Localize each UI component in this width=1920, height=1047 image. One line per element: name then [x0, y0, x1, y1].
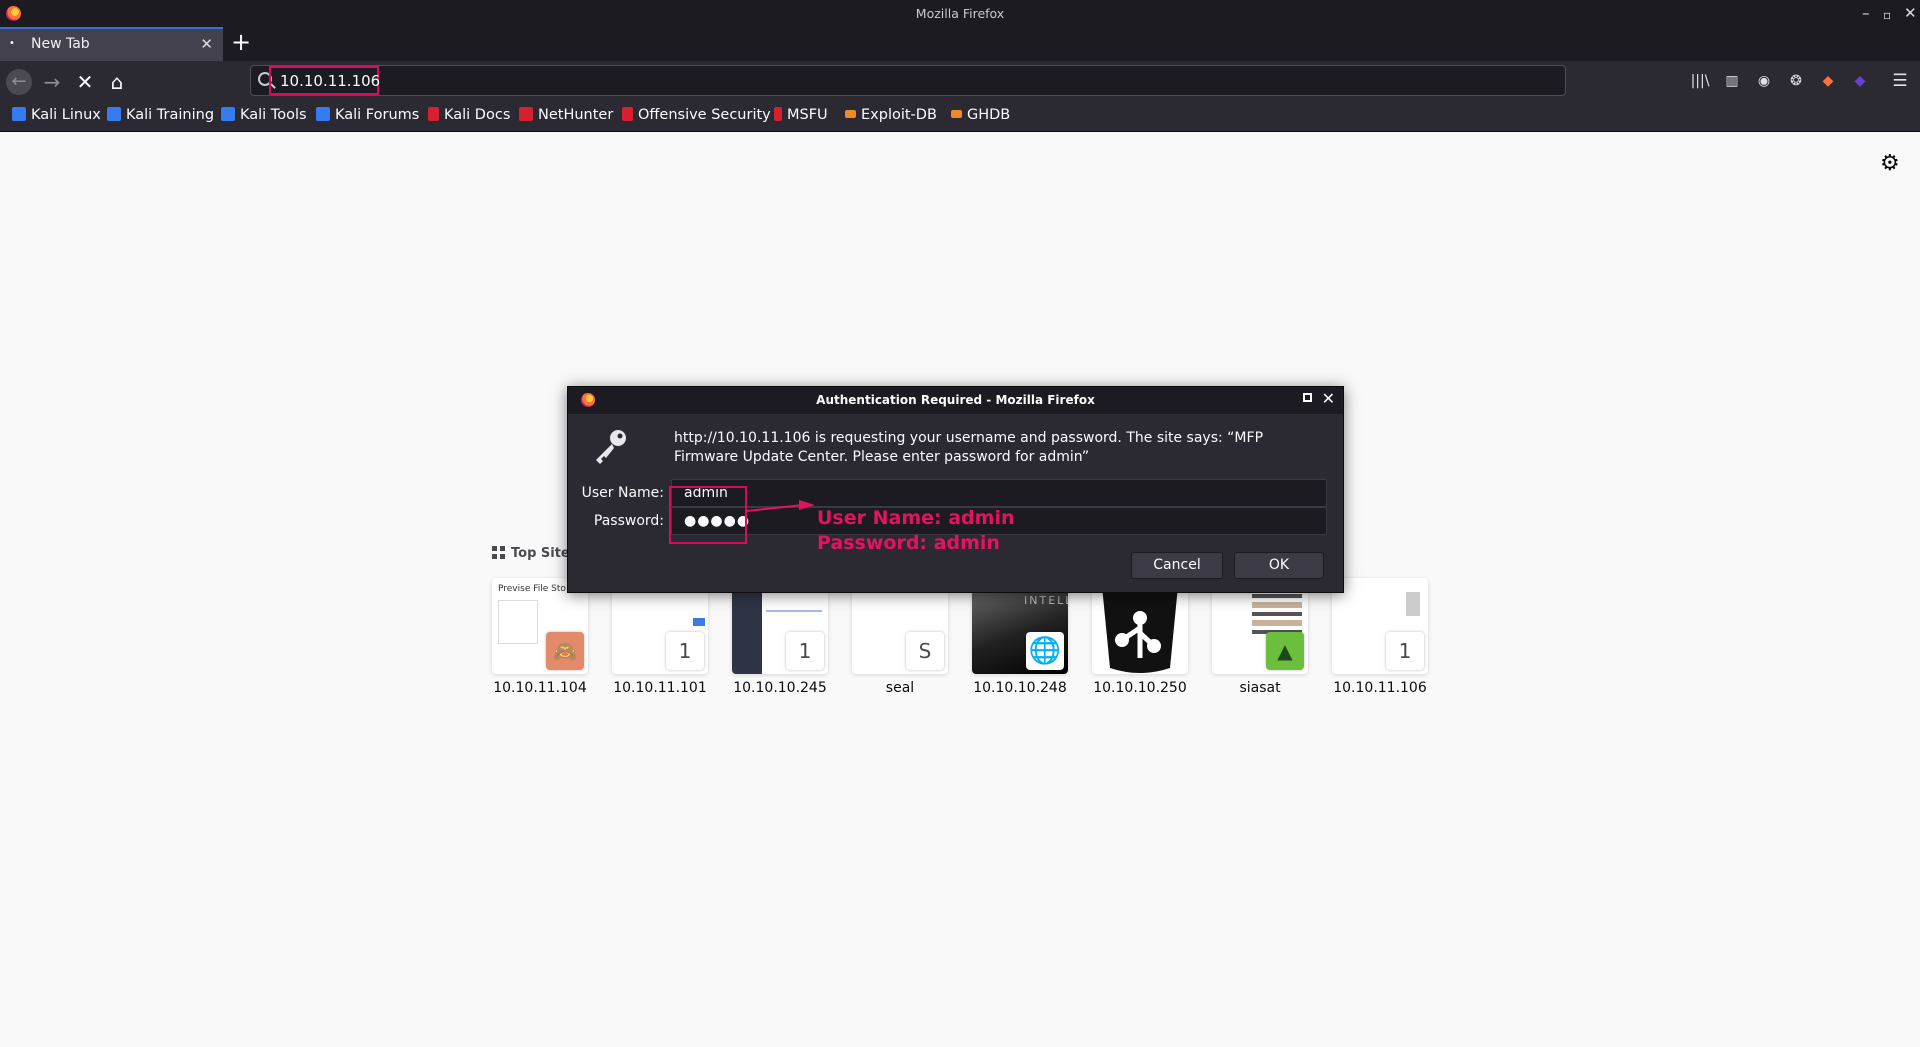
new-tab-plus-icon[interactable]: + [231, 29, 251, 55]
bookmark-kali-forums[interactable]: Kali Forums [316, 107, 419, 127]
bookmark-label: Kali Docs [444, 107, 511, 123]
gear-icon[interactable]: ⚙ [1880, 151, 1900, 176]
username-label: User Name: [581, 485, 664, 501]
offsec-icon [622, 107, 633, 121]
dialog-maximize-icon[interactable] [1303, 393, 1312, 402]
kali-dragon-icon [12, 107, 26, 121]
key-icon [596, 430, 626, 464]
window-titlebar: Mozilla Firefox – ▫ ✕ [0, 0, 1920, 27]
library-icon[interactable]: |||\ [1690, 72, 1710, 90]
letter-favicon: S [906, 632, 944, 670]
bookmark-msfu[interactable]: MSFU [774, 107, 828, 127]
bookmark-label: Kali Tools [240, 107, 307, 123]
bookmark-kali-tools[interactable]: Kali Tools [221, 107, 307, 127]
top-site-label: siasat [1239, 680, 1281, 696]
bookmark-kali-training[interactable]: Kali Training [107, 107, 214, 127]
top-site-label: 10.10.10.250 [1093, 680, 1187, 696]
top-site-label: 10.10.10.245 [733, 680, 827, 696]
kali-training-icon [107, 107, 121, 121]
auth-message: http://10.10.11.106 is requesting your u… [674, 430, 1264, 465]
tab-new-tab[interactable]: • New Tab ✕ [0, 27, 223, 61]
extension-icon[interactable]: ❂ [1786, 72, 1806, 90]
tab-strip: • New Tab ✕ + [0, 27, 1920, 61]
top-site-tile[interactable]: 1 [1332, 578, 1428, 674]
annotation-arrow-icon [747, 500, 815, 512]
nethunter-icon [519, 107, 533, 121]
top-site-label: 10.10.11.101 [613, 680, 707, 696]
minimize-icon[interactable]: – [1862, 4, 1870, 22]
exploit-db-icon [845, 110, 856, 118]
bookmark-kali-linux[interactable]: Kali Linux [12, 107, 101, 127]
globe-icon: 🌐 [1026, 632, 1064, 670]
url-text[interactable]: 10.10.11.106 [280, 72, 380, 90]
bookmark-kali-docs[interactable]: Kali Docs [428, 107, 510, 127]
tab-label: New Tab [31, 36, 90, 52]
cancel-button[interactable]: Cancel [1131, 552, 1223, 579]
monkey-favicon-icon: 🙈 [546, 632, 584, 670]
auth-dialog: Authentication Required - Mozilla Firefo… [567, 386, 1344, 593]
bookmark-label: Kali Linux [31, 107, 101, 123]
bookmark-label: Exploit-DB [861, 107, 937, 123]
account-icon[interactable]: ◉ [1754, 72, 1774, 90]
top-site-label: 10.10.10.248 [973, 680, 1067, 696]
top-site-label: 10.10.11.104 [493, 680, 587, 696]
bookmark-exploit-db[interactable]: Exploit-DB [845, 107, 937, 127]
bookmark-label: MSFU [787, 107, 828, 123]
back-arrow-icon[interactable]: ← [6, 69, 32, 95]
kali-forums-icon [316, 107, 330, 121]
msfu-icon [774, 107, 782, 121]
thumbnail-chart [766, 594, 822, 612]
siasat-favicon-icon: ▲ [1266, 632, 1304, 670]
dialog-close-icon[interactable]: ✕ [1322, 389, 1335, 408]
navigation-toolbar: ← → ✕ ⌂ 10.10.11.106 |||\ ▥ ◉ ❂ ◆ ◆ ☰ [0, 61, 1920, 102]
annotation-text: User Name: admin Password: admin [817, 507, 1015, 554]
bookmark-nethunter[interactable]: NetHunter [519, 107, 613, 127]
tab-status-dot: • [9, 38, 15, 49]
dialog-title: Authentication Required - Mozilla Firefo… [816, 393, 1095, 407]
kali-docs-icon [428, 107, 439, 121]
top-sites-header[interactable]: Top Sites [492, 546, 578, 561]
thumbnail-form [498, 600, 538, 644]
forward-arrow-icon[interactable]: → [39, 69, 65, 95]
thumbnail-accent [693, 618, 705, 626]
bookmark-label: Kali Forums [335, 107, 420, 123]
password-label: Password: [593, 513, 664, 529]
top-site-label: 10.10.11.106 [1333, 680, 1427, 696]
hamburger-menu-icon[interactable]: ☰ [1890, 72, 1910, 90]
bookmark-ghdb[interactable]: GHDB [951, 107, 1010, 127]
letter-favicon: 1 [666, 632, 704, 670]
kali-tools-icon [221, 107, 235, 121]
window-title: Mozilla Firefox [915, 6, 1005, 21]
addon-purple-icon[interactable]: ◆ [1850, 72, 1870, 90]
bookmark-label: Kali Training [126, 107, 215, 123]
stop-loading-icon[interactable]: ✕ [72, 69, 98, 95]
thumbnail-text: Previse File Sto [498, 584, 566, 594]
bookmarks-toolbar: Kali Linux Kali Training Kali Tools Kali… [0, 102, 1920, 132]
thumbnail-text: INTELL [1024, 594, 1068, 607]
bookmark-label: GHDB [967, 107, 1011, 123]
bookmark-label: NetHunter [538, 107, 614, 123]
dialog-titlebar: Authentication Required - Mozilla Firefo… [568, 387, 1343, 414]
letter-favicon: 1 [786, 632, 824, 670]
window-close-icon[interactable]: ✕ [1904, 4, 1917, 22]
top-site-label: seal [885, 680, 915, 696]
bookmark-offensive-security[interactable]: Offensive Security [622, 107, 771, 127]
sidebar-icon[interactable]: ▥ [1722, 72, 1742, 90]
url-bar[interactable]: 10.10.11.106 [250, 65, 1566, 96]
maximize-icon[interactable]: ▫ [1883, 6, 1891, 24]
ghdb-icon [951, 110, 962, 118]
thumbnail-printer [1406, 592, 1420, 616]
grid-icon [492, 546, 505, 559]
bookmark-label: Offensive Security [638, 107, 771, 123]
foxyproxy-icon[interactable]: ◆ [1818, 72, 1838, 90]
tab-close-icon[interactable]: ✕ [200, 35, 213, 53]
letter-favicon: 1 [1386, 632, 1424, 670]
home-icon[interactable]: ⌂ [104, 69, 130, 95]
annotation-box [669, 486, 747, 544]
ok-button[interactable]: OK [1234, 552, 1324, 579]
